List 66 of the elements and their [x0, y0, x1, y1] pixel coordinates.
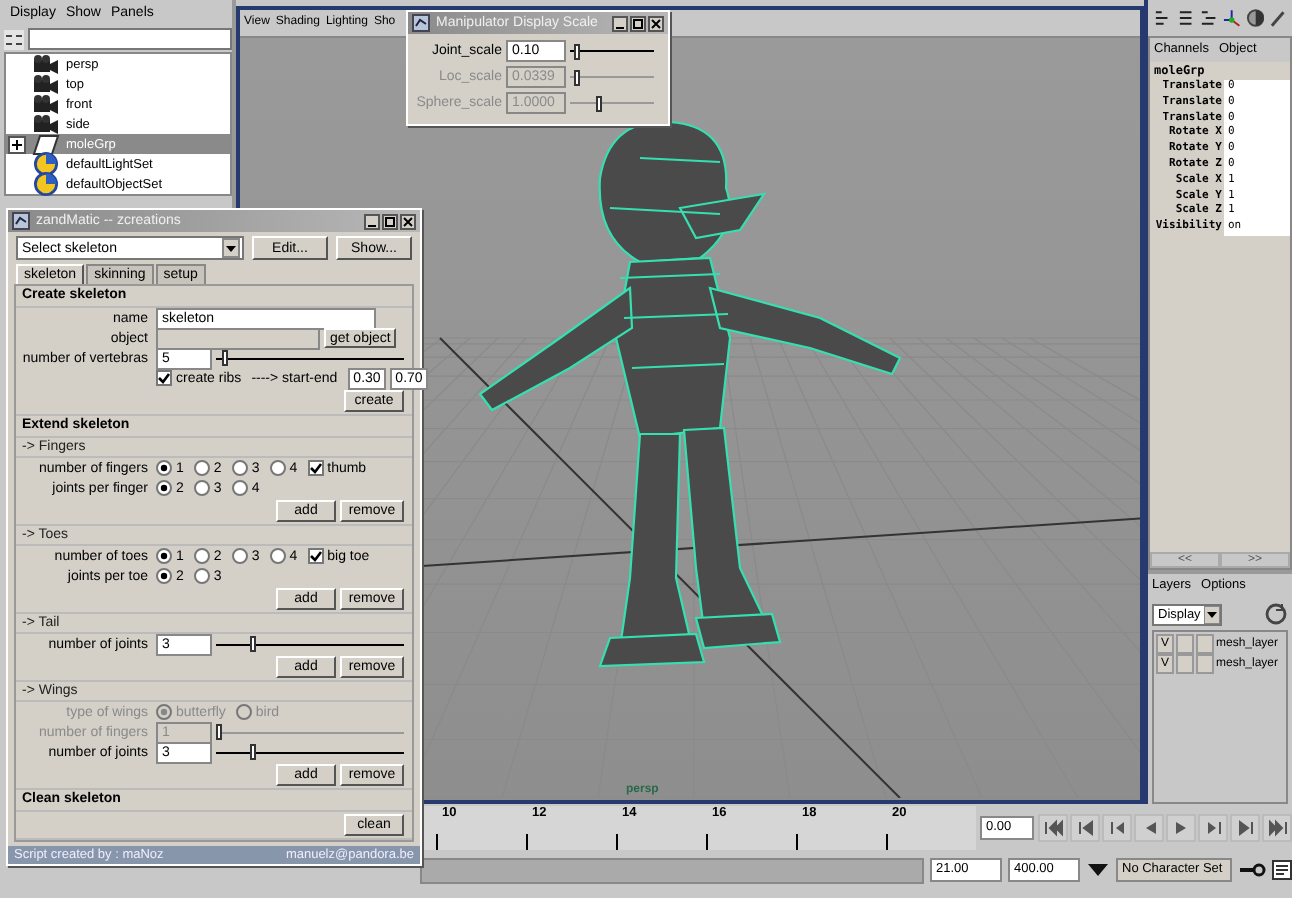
slider-thumb[interactable] — [574, 43, 581, 59]
radio-button[interactable] — [156, 460, 172, 476]
triangle-down-icon — [1086, 860, 1110, 880]
playback-button[interactable] — [1166, 814, 1196, 842]
radio-button[interactable] — [269, 548, 286, 564]
slider-thumb[interactable] — [249, 636, 256, 652]
radio-button[interactable] — [269, 460, 286, 476]
playback-button[interactable] — [1262, 814, 1292, 842]
radio-button[interactable] — [156, 568, 172, 584]
refresh-icon — [1264, 602, 1288, 626]
preferences-icon — [1272, 860, 1292, 880]
checkbox[interactable] — [307, 548, 324, 564]
step-back-key-icon — [1075, 818, 1095, 838]
camera-icon — [32, 113, 60, 135]
radio-button[interactable] — [156, 480, 172, 496]
circle-icon — [32, 172, 60, 196]
minimize-icon — [364, 213, 380, 229]
maximize-icon — [630, 15, 646, 31]
minimize-icon — [612, 15, 628, 31]
radio-button[interactable] — [231, 548, 248, 564]
camera-icon — [32, 53, 60, 75]
go-to-start-icon — [1043, 818, 1063, 838]
step-forward-key-icon — [1235, 818, 1255, 838]
checkbox[interactable] — [307, 460, 324, 476]
step-back-icon — [1107, 818, 1127, 838]
playback-button[interactable] — [1102, 814, 1132, 842]
checkbox[interactable] — [156, 370, 172, 386]
app-icon — [412, 14, 430, 32]
camera-icon — [32, 93, 60, 115]
radio-button[interactable] — [231, 460, 248, 476]
go-to-end-icon — [1267, 818, 1287, 838]
radio-button[interactable] — [231, 480, 248, 496]
slider-track[interactable] — [216, 350, 404, 366]
playback-button[interactable] — [1230, 814, 1260, 842]
playback-button[interactable] — [1134, 814, 1164, 842]
camera-icon — [32, 73, 60, 95]
sphere-icon — [1245, 8, 1265, 28]
dropdown-arrow-icon — [1204, 605, 1221, 623]
filter-icon — [4, 29, 24, 49]
parallelogram-icon — [32, 133, 60, 155]
pencil-icon — [1268, 8, 1289, 28]
app-icon — [12, 212, 30, 230]
play-icon — [1171, 818, 1191, 838]
playback-button[interactable] — [1038, 814, 1068, 842]
lines-icon — [1198, 8, 1219, 28]
lines-icon — [1152, 8, 1172, 28]
close-icon — [648, 15, 664, 31]
key-icon — [1238, 860, 1266, 880]
playback-button[interactable] — [1070, 814, 1100, 842]
radio-button[interactable] — [193, 460, 210, 476]
radio-button[interactable] — [156, 548, 172, 564]
slider-thumb[interactable] — [221, 350, 228, 366]
axes-icon — [1222, 8, 1242, 28]
circle-icon — [32, 152, 60, 176]
slider-track[interactable] — [216, 636, 404, 652]
maximize-icon — [382, 213, 398, 229]
radio-button[interactable] — [193, 548, 210, 564]
step-forward-icon — [1203, 818, 1223, 838]
lines-icon — [1175, 8, 1195, 28]
search-field[interactable] — [28, 28, 232, 50]
slider-thumb[interactable] — [249, 744, 256, 760]
radio-button[interactable] — [193, 480, 210, 496]
text-field[interactable] — [156, 327, 320, 349]
playback-button[interactable] — [1198, 814, 1228, 842]
radio-button[interactable] — [193, 568, 210, 584]
close-icon — [400, 213, 416, 229]
